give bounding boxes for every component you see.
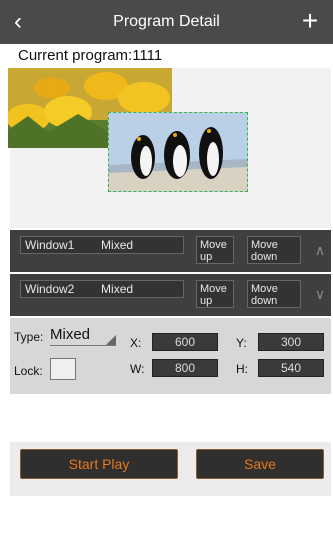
lock-label: Lock: xyxy=(14,364,43,378)
h-label: H: xyxy=(236,362,248,376)
type-value: Mixed xyxy=(50,326,91,343)
type-select[interactable]: Mixed xyxy=(50,326,116,346)
y-input[interactable]: 300 xyxy=(258,333,324,351)
lock-checkbox[interactable] xyxy=(50,358,76,380)
add-icon[interactable]: + xyxy=(297,6,323,36)
window1-move-up-button[interactable]: Move up xyxy=(196,236,234,264)
w-input[interactable]: 800 xyxy=(152,359,218,377)
window2-type: Mixed xyxy=(101,282,134,296)
w-label: W: xyxy=(130,362,145,376)
y-label: Y: xyxy=(236,336,247,350)
window1-name-field[interactable]: Window1 Mixed xyxy=(20,236,184,254)
window2-move-up-button[interactable]: Move up xyxy=(196,280,234,308)
x-label: X: xyxy=(130,336,142,350)
window1-name: Window1 xyxy=(25,238,75,252)
chevron-up-icon[interactable]: ∧ xyxy=(312,242,328,258)
dropdown-corner-icon xyxy=(106,335,116,345)
save-button[interactable]: Save xyxy=(196,449,324,479)
window2-move-down-button[interactable]: Move down xyxy=(247,280,301,308)
chevron-down-icon[interactable]: ∨ xyxy=(312,286,328,302)
h-input[interactable]: 540 xyxy=(258,359,324,377)
current-program-label: Current program:1111 xyxy=(18,47,163,64)
window2-name: Window2 xyxy=(25,282,75,296)
x-input[interactable]: 600 xyxy=(152,333,218,351)
window1-type: Mixed xyxy=(101,238,134,252)
window2-name-field[interactable]: Window2 Mixed xyxy=(20,280,184,298)
start-play-button[interactable]: Start Play xyxy=(20,449,178,479)
window1-move-down-button[interactable]: Move down xyxy=(247,236,301,264)
type-label: Type: xyxy=(14,330,44,344)
page-title: Program Detail xyxy=(113,13,220,30)
window2-image[interactable] xyxy=(108,112,248,192)
